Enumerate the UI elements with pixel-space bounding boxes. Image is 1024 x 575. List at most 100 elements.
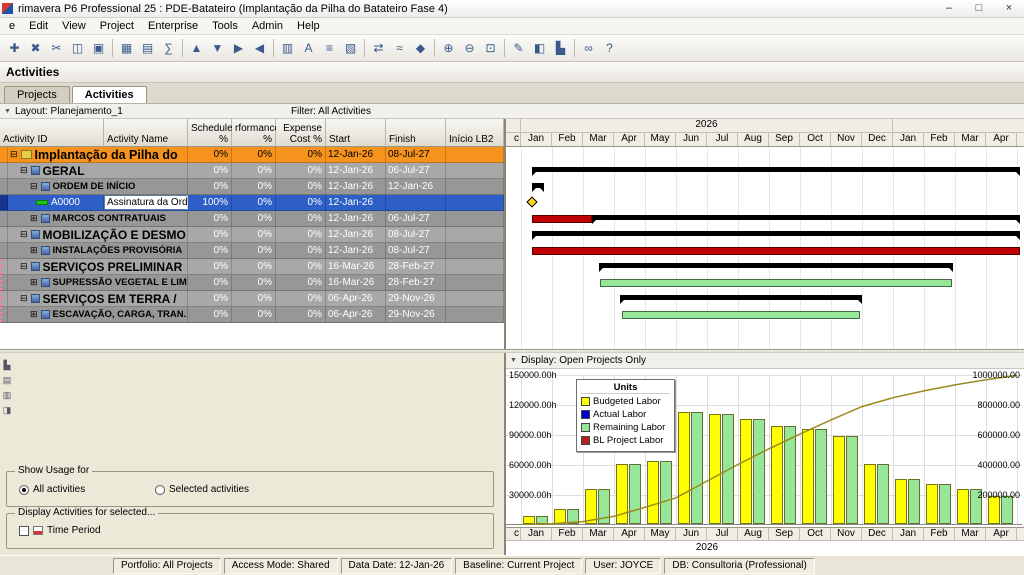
table-row[interactable]: ⊞ ESCAVAÇÃO, CARGA, TRAN... 0% 0% 0% 06-… (0, 307, 504, 323)
link-icon[interactable]: ∞ (578, 38, 599, 58)
gantt-task-bar[interactable] (531, 247, 1021, 255)
activity-details-icon[interactable]: ◧ (529, 38, 550, 58)
move-up-icon[interactable]: ▲ (186, 38, 207, 58)
usage-profile-icon[interactable]: ▙ (550, 38, 571, 58)
gantt-task-bar[interactable] (531, 215, 593, 223)
table-row-selected[interactable]: A0000 Assinatura da Orde 100% 0% 0% 12-J… (0, 195, 504, 211)
tab-activities[interactable]: Activities (71, 86, 147, 103)
maximize-button[interactable]: □ (964, 0, 994, 17)
expand-icon[interactable]: ⊞ (30, 278, 38, 287)
tab-projects[interactable]: Projects (4, 86, 70, 103)
selected-activities-radio[interactable]: Selected activities (155, 484, 249, 495)
column-header-activity-id[interactable]: Activity ID (0, 119, 104, 147)
cut-icon[interactable]: ✂ (46, 38, 67, 58)
window-title: rimavera P6 Professional 25 : PDE-Batate… (18, 2, 448, 15)
gantt-timeline-header[interactable]: 2026 c Jan Feb Mar Apr May Jun Jul Aug Sep Oct Nov… (506, 119, 1024, 147)
month-label: Sep (769, 133, 800, 146)
outdent-icon[interactable]: ◀ (249, 38, 270, 58)
time-period-checkbox[interactable]: Time Period (19, 525, 101, 536)
table-font-icon[interactable]: A (298, 38, 319, 58)
month-label: Mar (583, 528, 614, 540)
collapse-icon[interactable]: ⊟ (20, 294, 28, 303)
expand-icon[interactable]: ⊞ (30, 214, 38, 223)
gantt-chart-area[interactable] (506, 147, 1024, 349)
relationships-icon[interactable]: ⇄ (368, 38, 389, 58)
gantt-summary-bar[interactable] (531, 167, 1021, 176)
collapse-icon[interactable]: ⊟ (20, 166, 28, 175)
table-row[interactable]: ⊞ SUPRESSÃO VEGETAL E LIM 0% 0% 0% 16-Ma… (0, 275, 504, 291)
gantt-summary-bar[interactable] (592, 215, 1021, 224)
menu-item-help[interactable]: Help (290, 19, 327, 33)
expand-icon[interactable]: ⊞ (30, 246, 38, 255)
move-down-icon[interactable]: ▼ (207, 38, 228, 58)
menu-item-tools[interactable]: Tools (205, 19, 245, 33)
gantt-task-bar[interactable] (600, 279, 952, 287)
summarize-icon[interactable]: ∑ (158, 38, 179, 58)
table-row[interactable]: ⊞ MARCOS CONTRATUAIS 0% 0% 0% 12-Jan-26 … (0, 211, 504, 227)
copy-icon[interactable]: ◫ (67, 38, 88, 58)
profile-display-bar[interactable]: ▼ Display: Open Projects Only (506, 353, 1024, 369)
help-icon[interactable]: ? (599, 38, 620, 58)
collapse-icon[interactable]: ⊟ (10, 150, 18, 159)
table-row[interactable]: ⊟ Implantação da Pilha do 0% 0% 0% 12-Ja… (0, 147, 504, 163)
toolbar-separator (273, 39, 274, 57)
radio-selected-icon (19, 484, 29, 495)
column-header-start[interactable]: Start (326, 119, 386, 147)
column-header-inicio-lb2[interactable]: Início LB2 (446, 119, 504, 147)
gantt-task-bar[interactable] (621, 311, 861, 319)
gantt-summary-bar[interactable] (598, 263, 954, 272)
menu-item-project[interactable]: Project (93, 19, 141, 33)
menu-item-file-partial[interactable]: e (2, 19, 22, 33)
table-row[interactable]: ⊟ ORDEM DE INÍCIO 0% 0% 0% 12-Jan-26 12-… (0, 179, 504, 195)
menu-item-edit[interactable]: Edit (22, 19, 55, 33)
paste-icon[interactable]: ▣ (88, 38, 109, 58)
table-row[interactable]: ⊟ GERAL 0% 0% 0% 12-Jan-26 06-Jul-27 (0, 163, 504, 179)
filters-icon[interactable]: ≡ (319, 38, 340, 58)
group-sort-icon[interactable]: ▧ (340, 38, 361, 58)
gantt-milestone[interactable] (526, 196, 538, 208)
gantt-summary-bar[interactable] (531, 231, 1021, 240)
collapse-icon[interactable]: ⊟ (20, 230, 28, 239)
collapse-icon[interactable]: ⊟ (30, 182, 38, 191)
close-button[interactable]: × (994, 0, 1024, 17)
indent-icon[interactable]: ▶ (228, 38, 249, 58)
table-row[interactable]: ⊟ SERVIÇOS PRELIMINAR 0% 0% 0% 16-Mar-26… (0, 259, 504, 275)
menu-item-view[interactable]: View (55, 19, 93, 33)
schedule-icon[interactable]: ▦ (116, 38, 137, 58)
histogram-view-icon[interactable]: ▥ (1, 389, 13, 401)
radio-label: All activities (33, 484, 86, 495)
column-header-schedule[interactable]: Schedule % (188, 119, 233, 147)
menu-item-admin[interactable]: Admin (245, 19, 290, 33)
collapse-icon[interactable]: ⊟ (20, 262, 28, 271)
column-header-finish[interactable]: Finish (386, 119, 446, 147)
activity-name-cell[interactable]: Assinatura da Orde (104, 195, 188, 210)
minimize-button[interactable]: – (934, 0, 964, 17)
level-resources-icon[interactable]: ▤ (137, 38, 158, 58)
columns-icon[interactable]: ▥ (277, 38, 298, 58)
all-activities-radio[interactable]: All activities (19, 484, 85, 495)
add-row-icon[interactable]: ✚ (4, 38, 25, 58)
layout-bar[interactable]: ▼ Layout: Planejamento_1 Filter: All Act… (0, 104, 1024, 119)
assign-resources-icon[interactable]: ✎ (508, 38, 529, 58)
panel-options-icon[interactable]: ◨ (1, 404, 13, 416)
menu-item-enterprise[interactable]: Enterprise (141, 19, 205, 33)
zoom-in-icon[interactable]: ⊕ (438, 38, 459, 58)
data-date-icon[interactable]: ◆ (410, 38, 431, 58)
column-header-performance[interactable]: rformance % (232, 119, 280, 147)
table-row[interactable]: ⊟ SERVIÇOS EM TERRA / 0% 0% 0% 06-Apr-26… (0, 291, 504, 307)
gantt-summary-bar[interactable] (531, 183, 545, 192)
zoom-fit-icon[interactable]: ⊡ (480, 38, 501, 58)
delete-row-icon[interactable]: ✖ (25, 38, 46, 58)
usage-table-icon[interactable]: ▤ (1, 374, 13, 386)
profile-settings-icon[interactable]: ▙ (1, 359, 13, 371)
table-row[interactable]: ⊟ MOBILIZAÇÃO E DESMO 0% 0% 0% 12-Jan-26… (0, 227, 504, 243)
zoom-out-icon[interactable]: ⊖ (459, 38, 480, 58)
gantt-summary-bar[interactable] (620, 295, 862, 304)
progress-line-icon[interactable]: ≈ (389, 38, 410, 58)
expand-icon[interactable]: ⊞ (30, 310, 38, 319)
data-date-status: Data Date: 12-Jan-26 (340, 557, 453, 574)
column-header-activity-name[interactable]: Activity Name (104, 119, 188, 147)
column-header-expense[interactable]: Expense Cost % (276, 119, 326, 147)
table-row[interactable]: ⊞ INSTALAÇÕES PROVISÓRIA 0% 0% 0% 12-Jan… (0, 243, 504, 259)
month-label: Jun (676, 133, 707, 146)
